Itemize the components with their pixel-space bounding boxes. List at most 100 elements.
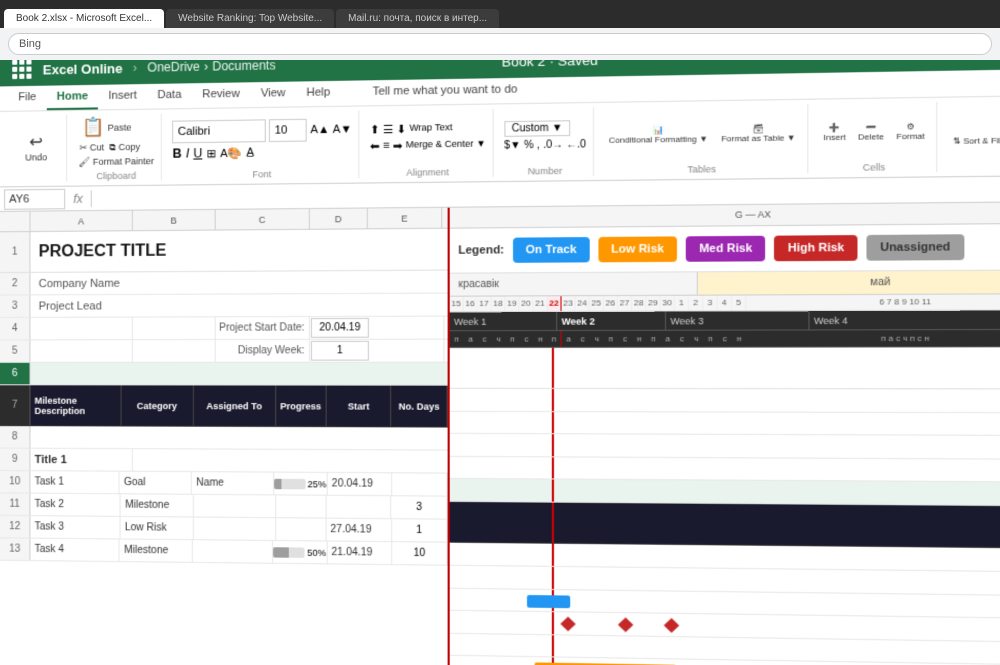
tab-mail[interactable]: Mail.ru: почта, поиск в интер... [336,9,499,28]
project-title[interactable]: PROJECT TITLE [30,229,447,272]
increase-font-button[interactable]: A▲ [310,124,329,137]
row10-start[interactable]: 20.04.19 [328,473,393,495]
legend-on-track[interactable]: On Track [513,237,590,263]
copy-button[interactable]: ⧉ Copy [108,141,141,155]
display-week-value[interactable]: 1 [311,341,369,361]
format-painter-button[interactable]: 🖌 Format Painter [77,155,155,169]
align-middle-button[interactable]: ☰ [383,123,393,137]
align-bottom-button[interactable]: ⬇ [396,123,406,137]
info-rows: 2 Company Name 3 Project Lead [0,271,448,318]
onedrive-link[interactable]: OneDrive [147,60,199,75]
sort-filter-button[interactable]: ⇅ Sort & Filter ▼ [949,133,1000,148]
browser-bar: Bing [0,28,1000,60]
row11-start[interactable] [327,496,392,518]
font-name-selector[interactable]: Calibri [173,119,267,143]
format-cells-button[interactable]: ⚙ Format [892,119,930,143]
currency-button[interactable]: $▼ [504,140,521,152]
dl-rest: п а с ч п с н [746,330,1000,346]
number-format-selector[interactable]: Custom ▼ [504,120,570,137]
row11-category[interactable]: Milestone [121,494,194,516]
copy-icon: ⧉ Copy [109,142,140,154]
comma-button[interactable]: , [537,140,540,152]
border-button[interactable]: ⊞ [206,146,216,160]
italic-button[interactable]: I [186,146,189,160]
start-date-value[interactable]: 20.04.19 [311,318,369,338]
insert-cells-button[interactable]: ➕ Insert [819,120,850,144]
delete-cells-button[interactable]: ➖ Delete [854,119,889,143]
company-row: 2 Company Name [0,271,448,296]
tab-view[interactable]: View [250,82,296,108]
tab-insert[interactable]: Insert [98,84,147,109]
hdr-nodays: No. Days [392,386,448,427]
undo-button[interactable]: ↩ Undo [21,133,51,165]
tab-home[interactable]: Home [47,85,99,110]
row9-a[interactable]: Title 1 [30,449,132,471]
row10-progress[interactable]: 25% [274,473,328,495]
tab-excel[interactable]: Book 2.xlsx - Microsoft Excel... [4,9,164,28]
project-lead[interactable]: Project Lead [30,294,447,317]
conditional-formatting-button[interactable]: 📊 Conditional Formatting ▼ [604,122,712,147]
dl-s2: с [519,331,533,346]
row-num-10: 10 [0,471,30,493]
paste-button[interactable]: 📋 Paste [77,114,135,140]
undo-icon: ↩ [29,135,43,152]
week-2-label: Week 2 [557,312,666,330]
row13-category[interactable]: Milestone [120,539,193,561]
legend-low-risk[interactable]: Low Risk [598,236,677,262]
fill-color-button[interactable]: A🎨 [220,146,242,160]
wrap-text-button[interactable]: Wrap Text [409,122,452,136]
legend-med-risk[interactable]: Med Risk [686,236,766,262]
legend-high-risk[interactable]: High Risk [774,235,857,261]
row12-task[interactable]: Task 3 [30,516,120,538]
row12-days[interactable]: 1 [392,519,448,541]
waffle-icon[interactable] [12,60,32,80]
row12-progress[interactable] [276,518,326,540]
editing-group: Σ AutoSum ▼ ⬇ Clear ▼ ⇅ Sort & Filter ▼ [942,99,1000,172]
row11-task[interactable]: Task 2 [30,494,121,516]
row10-task[interactable]: Task 1 [30,471,119,493]
align-left-button[interactable]: ⬅ [370,140,380,154]
row13-start[interactable]: 21.04.19 [327,542,392,565]
row11-progress[interactable] [276,495,327,517]
bold-button[interactable]: B [173,146,182,161]
tab-website[interactable]: Website Ranking: Top Website... [166,9,334,28]
row12-start[interactable]: 27.04.19 [326,519,392,541]
row13-task[interactable]: Task 4 [30,539,120,561]
dl-n2: н [632,331,646,347]
decrease-decimal-button[interactable]: ←.0 [566,139,586,151]
row13-progress[interactable]: 50% [274,541,328,563]
font-size-selector[interactable]: 10 [269,119,307,142]
row10-category[interactable]: Goal [120,472,192,494]
align-right-button[interactable]: ➡ [393,139,403,153]
tab-help[interactable]: Help [296,81,341,107]
percent-button[interactable]: % [524,140,534,152]
tab-file[interactable]: File [8,86,46,111]
legend-unassigned[interactable]: Unassigned [867,234,964,260]
align-center-button[interactable]: ≡ [383,139,390,153]
row12-assigned[interactable] [194,518,276,540]
tab-tell-me[interactable]: Tell me what you want to do [362,78,528,106]
row13-days[interactable]: 10 [392,542,447,565]
merge-center-button[interactable]: Merge & Center ▼ [406,138,486,153]
format-as-table-button[interactable]: 🗃 Format as Table ▼ [717,121,800,146]
legend-title: Legend: [458,244,504,257]
tab-data[interactable]: Data [147,83,192,108]
row11-days[interactable]: 3 [392,496,448,518]
align-top-button[interactable]: ⬆ [370,123,380,137]
address-bar[interactable]: Bing [8,33,992,55]
font-color-button[interactable]: A̲ [246,146,254,159]
underline-button[interactable]: U [193,146,202,161]
documents-link[interactable]: Documents [212,60,275,74]
increase-decimal-button[interactable]: .0→ [543,139,563,151]
company-name[interactable]: Company Name [30,271,447,295]
row11-assigned[interactable] [194,495,276,517]
decrease-font-button[interactable]: A▼ [333,123,352,136]
today-line-r8 [552,544,554,566]
row13-assigned[interactable] [193,540,274,563]
row10-days[interactable] [393,473,448,495]
tab-review[interactable]: Review [192,82,250,108]
row10-assigned[interactable]: Name [192,472,274,494]
cell-reference-input[interactable] [4,188,65,209]
row12-category[interactable]: Low Risk [121,517,194,539]
cut-button[interactable]: ✂ Cut [77,141,106,155]
